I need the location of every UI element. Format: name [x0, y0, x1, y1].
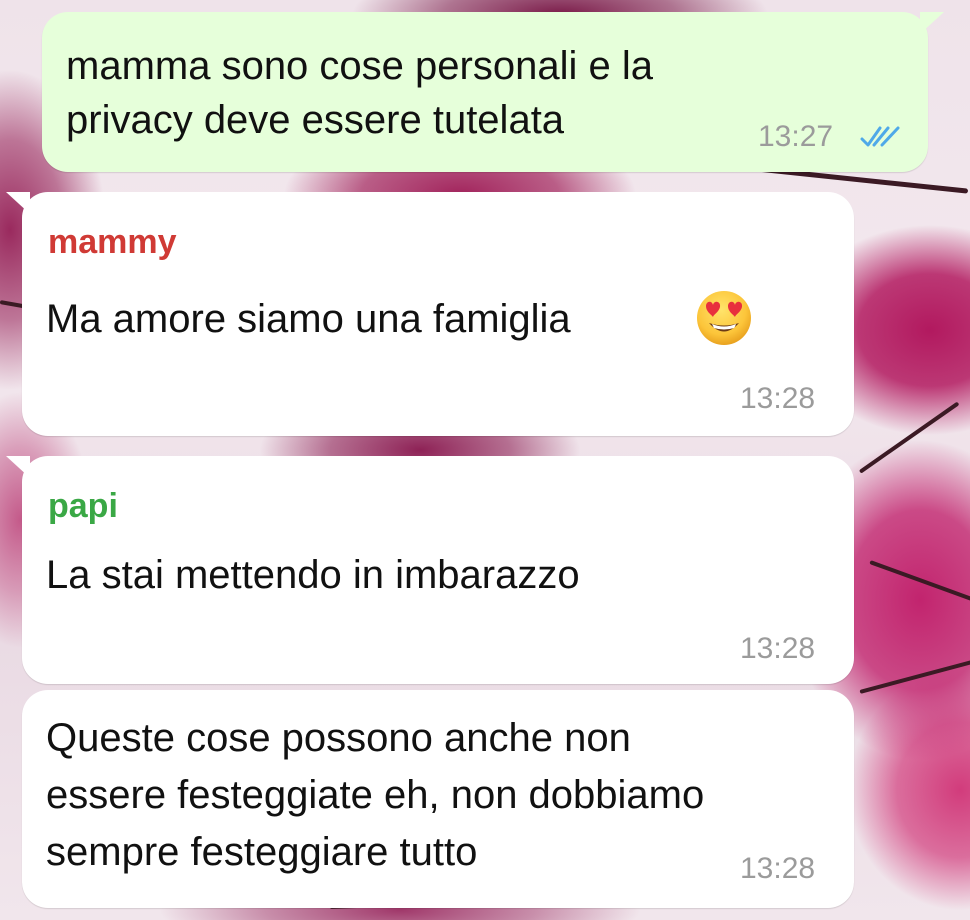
- outgoing-message-bubble[interactable]: mamma sono cose personali e la privacy d…: [42, 12, 944, 172]
- message-text-line: sempre festeggiare tutto: [46, 830, 478, 874]
- message-timestamp: 13:28: [740, 382, 816, 415]
- bubble-tail: [920, 12, 944, 34]
- message-timestamp: 13:27: [758, 120, 834, 153]
- message-sender-name[interactable]: mammy: [48, 222, 177, 262]
- bubble-tail: [6, 192, 30, 214]
- message-timestamp: 13:28: [740, 852, 816, 885]
- message-text-line: privacy deve essere tutelata: [66, 98, 565, 142]
- message-text: La stai mettendo in imbarazzo: [46, 553, 580, 597]
- double-check-read-icon: [860, 126, 900, 147]
- wallpaper-branch: [858, 401, 960, 474]
- message-sender-name[interactable]: papi: [48, 486, 118, 526]
- bubble-tail: [6, 456, 30, 478]
- incoming-message-bubble[interactable]: Queste cose possono anche non essere fes…: [22, 690, 854, 908]
- message-text-line: essere festeggiate eh, non dobbiamo: [46, 773, 705, 817]
- incoming-message-bubble[interactable]: mammy Ma amore siamo una famiglia 13:28: [6, 192, 854, 436]
- smiling-face-with-heart-eyes-icon: [697, 291, 751, 345]
- incoming-message-bubble[interactable]: papi La stai mettendo in imbarazzo 13:28: [6, 456, 854, 684]
- message-text-line: Queste cose possono anche non: [46, 716, 631, 760]
- message-text: Ma amore siamo una famiglia: [46, 297, 571, 341]
- message-timestamp: 13:28: [740, 632, 816, 665]
- wallpaper-branch: [869, 560, 970, 602]
- message-text-line: mamma sono cose personali e la: [66, 44, 653, 88]
- wallpaper-branch: [859, 659, 970, 694]
